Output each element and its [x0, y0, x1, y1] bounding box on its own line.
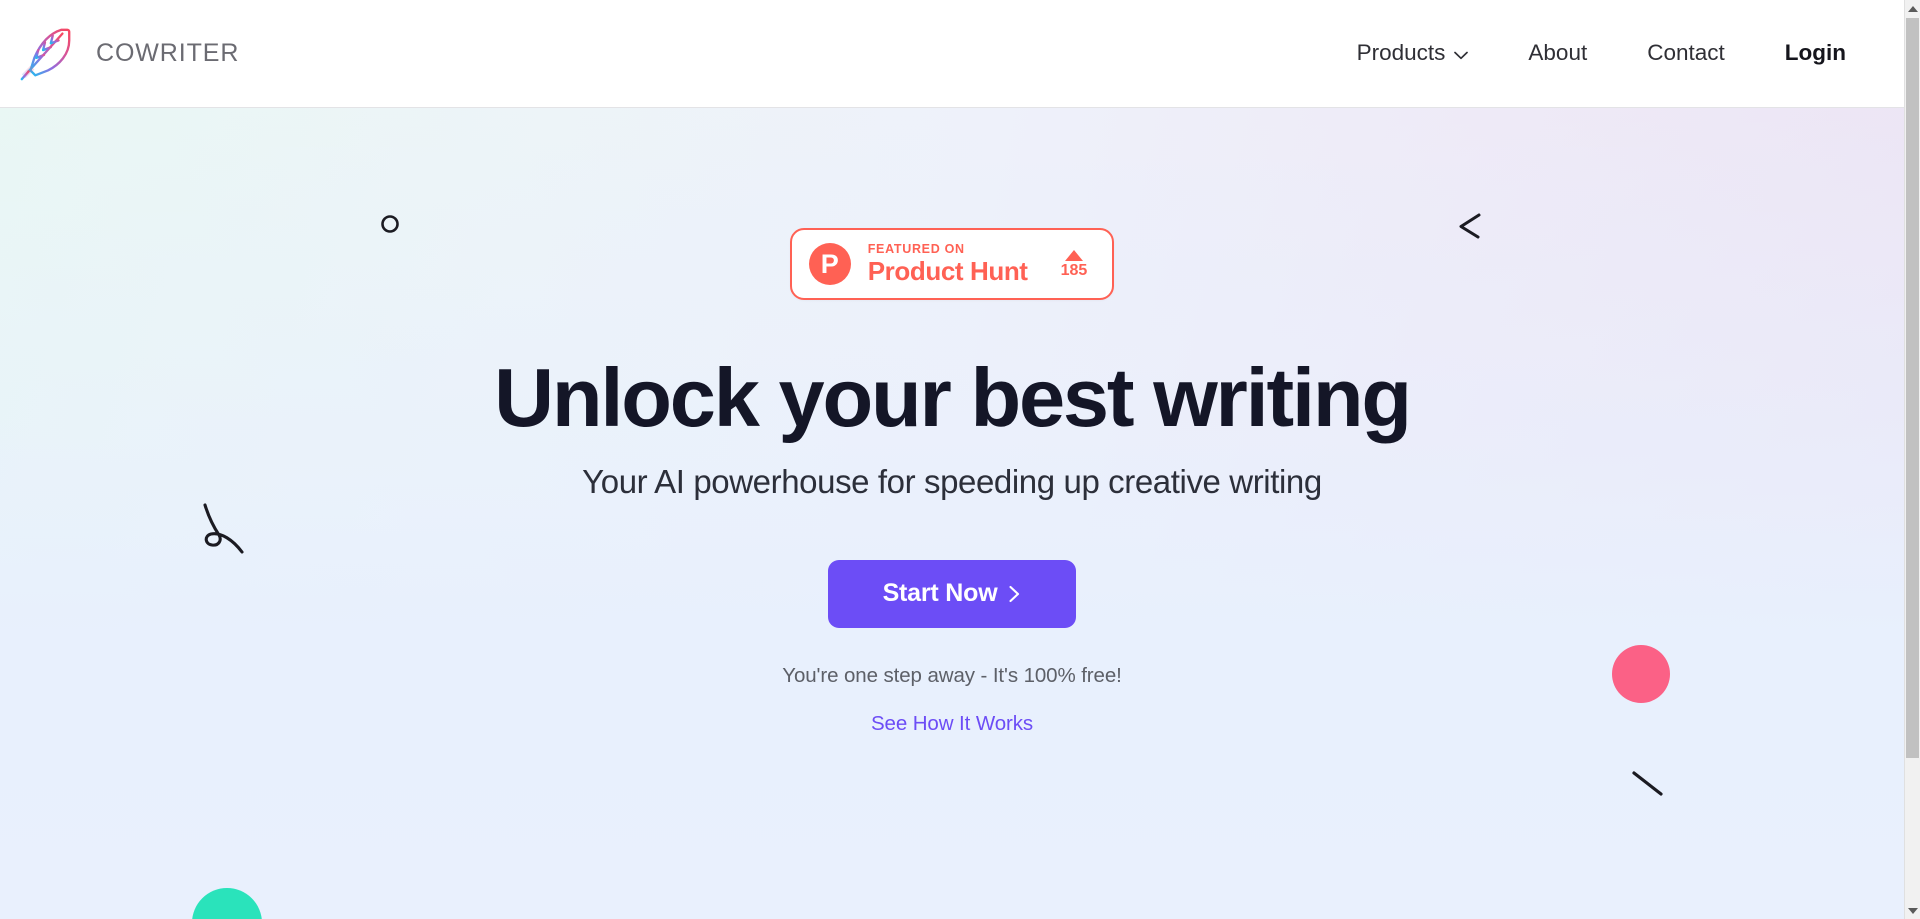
product-hunt-text: FEATURED ON Product Hunt	[867, 242, 1028, 286]
hero-subtitle: Your AI powerhouse for speeding up creat…	[582, 462, 1322, 500]
chevron-right-icon	[1009, 585, 1020, 602]
nav-item-contact-label: Contact	[1647, 40, 1725, 66]
brand-name: COWRITER	[96, 39, 240, 67]
vertical-scrollbar[interactable]	[1904, 0, 1920, 919]
feather-quill-icon	[20, 28, 71, 80]
nav-item-about[interactable]: About	[1498, 32, 1617, 75]
scroll-down-arrow-icon[interactable]	[1905, 902, 1920, 919]
nav-item-login[interactable]: Login	[1755, 32, 1852, 75]
cta-note: You're one step away - It's 100% free!	[782, 663, 1122, 687]
product-hunt-logo-icon: P	[808, 243, 851, 286]
site-header: COWRITER Products About Contact Login	[0, 0, 1904, 108]
product-hunt-vote-count: 185	[1060, 261, 1088, 279]
chevron-down-icon	[1454, 51, 1469, 60]
main-nav: Products About Contact Login	[1327, 32, 1852, 75]
scroll-up-arrow-icon[interactable]	[1905, 0, 1920, 17]
page-root: COWRITER Products About Contact Login P …	[0, 0, 1920, 919]
triangle-up-icon	[1064, 249, 1083, 261]
brand-logo-link[interactable]: COWRITER	[14, 21, 239, 87]
product-hunt-badge[interactable]: P FEATURED ON Product Hunt 185	[789, 228, 1115, 301]
nav-item-products[interactable]: Products	[1327, 32, 1499, 75]
hero-title: Unlock your best writing	[494, 351, 1412, 445]
nav-item-login-label: Login	[1784, 40, 1846, 66]
nav-item-products-label: Products	[1356, 40, 1446, 66]
start-now-button[interactable]: Start Now	[828, 559, 1076, 628]
nav-item-about-label: About	[1528, 40, 1588, 66]
nav-item-contact[interactable]: Contact	[1617, 32, 1755, 75]
hero-content: P FEATURED ON Product Hunt 185 Unlock yo…	[0, 108, 1904, 919]
product-hunt-votes[interactable]: 185	[1060, 249, 1088, 279]
see-how-it-works-link[interactable]: See How It Works	[871, 712, 1033, 736]
hero-section: P FEATURED ON Product Hunt 185 Unlock yo…	[0, 108, 1904, 919]
product-hunt-name: Product Hunt	[867, 255, 1028, 286]
scrollbar-thumb[interactable]	[1906, 18, 1919, 758]
product-hunt-kicker: FEATURED ON	[867, 242, 965, 256]
start-now-button-label: Start Now	[882, 579, 998, 608]
